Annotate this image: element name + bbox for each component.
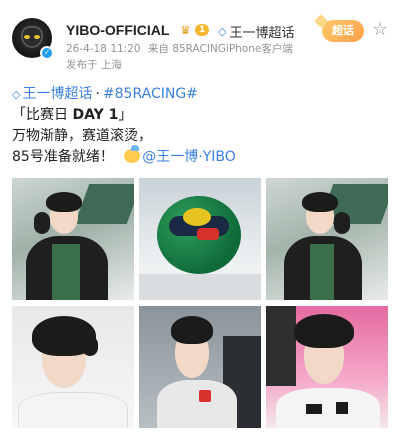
source-prefix: 来自 — [147, 43, 169, 55]
location: 发布于 上海 — [66, 59, 122, 71]
post-body: ◇ 王一博超话 · #85RACING# 「比赛日 DAY 1」 万物渐静，赛道… — [12, 84, 388, 168]
post-meta: 26-4-18 11:20 来自 85RACINGiPhone客户端 — [66, 41, 293, 56]
timestamp: 26-4-18 11:20 — [66, 43, 141, 55]
photo-4[interactable] — [12, 306, 134, 428]
separator: · — [95, 86, 100, 102]
supertopic-button[interactable]: 超话 — [322, 20, 364, 42]
post-line-2: 「比赛日 DAY 1」 — [12, 107, 133, 123]
photo-3[interactable] — [266, 178, 388, 300]
username[interactable]: YIBO-OFFICIAL — [66, 22, 169, 38]
topic-line: ◇ 王一博超话 · #85RACING# — [12, 84, 388, 105]
star-icon[interactable]: ☆ — [372, 20, 388, 40]
topic-link-supertopic[interactable]: 王一博超话 — [22, 84, 92, 105]
post-line-3: 万物渐静，赛道滚烫， — [12, 128, 152, 144]
emoji-icon — [124, 145, 141, 163]
verified-icon: ✓ — [40, 46, 54, 60]
topic-link-85racing[interactable]: #85RACING# — [103, 84, 198, 105]
vip-badge[interactable]: ♛ 1 — [180, 22, 214, 38]
crown-icon: ♛ — [180, 23, 191, 37]
post-header: ✓ YIBO-OFFICIAL ♛ 1 ◇ 王一博超话 26-4-18 11:2… — [12, 12, 388, 74]
photo-2[interactable] — [139, 178, 261, 300]
diamond-icon: ◇ — [12, 88, 21, 101]
photo-grid — [12, 178, 388, 428]
supertopic-label: 王一博超话 — [229, 26, 295, 41]
post-line-4: 85号准备就绪！ @王一博·YIBO — [12, 145, 236, 165]
supertopic-link[interactable]: ◇ 王一博超话 — [218, 22, 294, 41]
mention-link[interactable]: @王一博·YIBO — [142, 149, 236, 165]
vip-level: 1 — [195, 24, 210, 36]
source-client[interactable]: 85RACINGiPhone客户端 — [172, 43, 293, 55]
diamond-icon: ◇ — [218, 25, 227, 38]
photo-5[interactable] — [139, 306, 261, 428]
photo-1[interactable] — [12, 178, 134, 300]
photo-6[interactable] — [266, 306, 388, 428]
